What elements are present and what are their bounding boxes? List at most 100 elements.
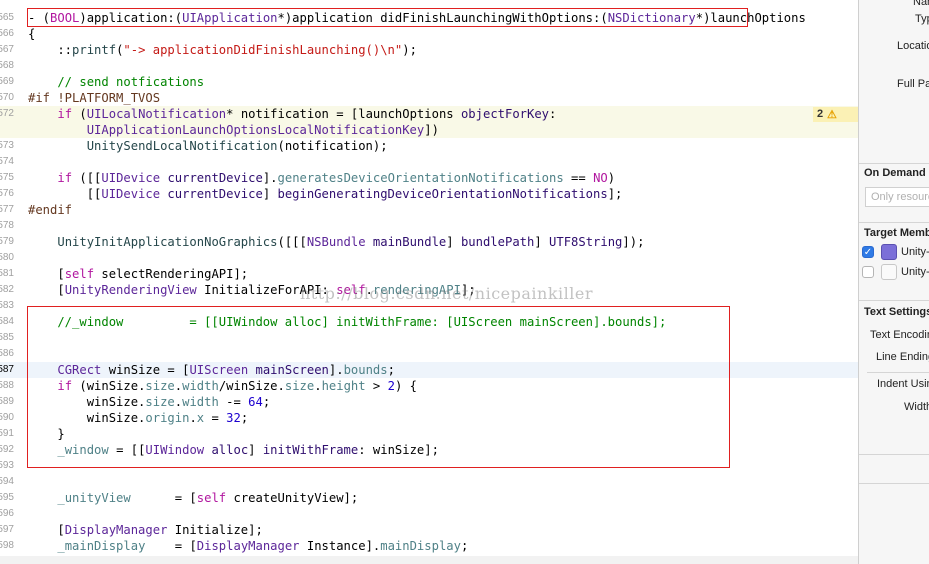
code-line[interactable]: 581 [self selectRenderingAPI]; [0, 266, 858, 282]
code-line[interactable]: 597 [DisplayManager Initialize]; [0, 522, 858, 538]
code-line[interactable]: 580 [0, 250, 858, 266]
code-token: mainBundle [372, 235, 447, 249]
code-token: : [549, 107, 557, 121]
code-text: [self selectRenderingAPI]; [28, 266, 248, 282]
code-token: if [57, 171, 73, 185]
section-divider [859, 300, 929, 301]
code-line[interactable]: 595 _unityView = [self createUnityView]; [0, 490, 858, 506]
code-line[interactable]: 577 #endif [0, 202, 858, 218]
line-number: 587 [0, 364, 14, 375]
code-line[interactable]: 568 [0, 58, 858, 74]
code-token: ) [607, 171, 616, 185]
text-settings-header: Text Settings [864, 306, 929, 318]
code-text: _unityView = [self createUnityView]; [28, 490, 358, 506]
code-token: Initialize]; [167, 523, 263, 537]
code-token: [ [28, 267, 65, 281]
code-line[interactable]: 579 UnityInitApplicationNoGraphics([[[NS… [0, 234, 858, 250]
code-token: DisplayManager [196, 539, 300, 553]
code-token: NO [593, 171, 608, 185]
target-checkbox-unchecked[interactable] [862, 266, 874, 278]
code-token: UIDevice [101, 187, 161, 201]
code-text: UnitySendLocalNotification(notification)… [28, 138, 388, 154]
code-token: [ [28, 523, 65, 537]
unity-app-icon [881, 244, 897, 260]
code-text: #endif [28, 202, 72, 218]
line-number: 598 [0, 540, 14, 551]
code-token: _unityView [57, 491, 131, 505]
warning-badge[interactable]: 2 ⚠ [813, 107, 858, 122]
code-token: UILocalNotification [86, 107, 227, 121]
code-line[interactable]: 576 [[UIDevice currentDevice] beginGener… [0, 186, 858, 202]
code-line[interactable]: UIApplicationLaunchOptionsLocalNotificat… [0, 122, 858, 138]
code-line[interactable]: 569 // send notfications [0, 74, 858, 90]
code-line[interactable]: 570 #if !PLATFORM_TVOS [0, 90, 858, 106]
section-divider [859, 483, 929, 484]
code-token: [[ [28, 187, 102, 201]
target-checkbox-checked[interactable]: ✓ [862, 246, 874, 258]
code-token: ); [402, 43, 417, 57]
code-token: UIApplicationLaunchOptionsLocalNotificat… [86, 123, 425, 137]
code-text: if (UILocalNotification* notification = … [28, 106, 556, 122]
code-token: self [64, 267, 95, 281]
code-token: currentDevice [167, 187, 263, 201]
code-text: [DisplayManager Initialize]; [28, 522, 263, 538]
code-token: ([[[ [277, 235, 307, 249]
code-token: ] [446, 235, 461, 249]
code-token: { [28, 27, 36, 41]
code-token: * notification = [launchOptions [226, 107, 461, 121]
highlight-box-window-init [27, 306, 730, 468]
code-line[interactable]: 596 [0, 506, 858, 522]
code-line[interactable]: 578 [0, 218, 858, 234]
code-token: UIDevice [101, 171, 161, 185]
code-token: mainDisplay [380, 539, 461, 553]
line-number: 583 [0, 300, 14, 311]
code-line[interactable]: 594 [0, 474, 858, 490]
line-number: 592 [0, 444, 14, 455]
code-token: createUnityView]; [226, 491, 359, 505]
code-line[interactable]: 572 if (UILocalNotification* notificatio… [0, 106, 858, 122]
horizontal-scrollbar[interactable] [0, 556, 858, 564]
line-number: 589 [0, 396, 14, 407]
code-line[interactable]: 573 UnitySendLocalNotification(notificat… [0, 138, 858, 154]
section-divider [867, 372, 929, 373]
source-editor[interactable]: 565- (BOOL)application:(UIApplication*)a… [0, 0, 858, 564]
line-endings-label: Line Endings [876, 351, 929, 363]
code-line[interactable]: 567 ::printf("-> applicationDidFinishLau… [0, 42, 858, 58]
code-token: ] [262, 187, 278, 201]
on-demand-header: On Demand Resource Tags [864, 167, 929, 179]
highlight-box-method-signature [27, 8, 748, 27]
line-number: 590 [0, 412, 14, 423]
code-token: ]) [424, 123, 439, 137]
line-number: 567 [0, 44, 14, 55]
code-token: currentDevice [167, 171, 263, 185]
code-line[interactable]: 574 [0, 154, 858, 170]
line-number: 565 [0, 12, 14, 23]
line-number: 566 [0, 28, 14, 39]
code-token: (notification); [277, 139, 388, 153]
code-token: // send notfications [28, 75, 205, 89]
name-label: Name [913, 0, 929, 8]
code-line[interactable]: 575 if ([[UIDevice currentDevice].genera… [0, 170, 858, 186]
line-number: 588 [0, 380, 14, 391]
code-token: = [ [145, 539, 197, 553]
line-number: 591 [0, 428, 14, 439]
line-number: 596 [0, 508, 14, 519]
code-token: ]); [622, 235, 645, 249]
code-token: ] [534, 235, 550, 249]
line-number: 582 [0, 284, 14, 295]
code-token: _mainDisplay [57, 539, 146, 553]
code-token: UnityInitApplicationNoGraphics [57, 235, 278, 249]
code-line[interactable]: 566 { [0, 26, 858, 42]
code-line[interactable]: 598 _mainDisplay = [DisplayManager Insta… [0, 538, 858, 554]
line-number: 572 [0, 108, 14, 119]
code-token: ]; [607, 187, 623, 201]
on-demand-tags-field[interactable]: Only resources are taggable [865, 187, 929, 207]
line-number: 584 [0, 316, 14, 327]
code-token: UTF8String [549, 235, 623, 249]
text-encoding-label: Text Encoding [870, 329, 929, 341]
code-token: #endif [28, 203, 73, 217]
code-token: ]. [262, 171, 278, 185]
